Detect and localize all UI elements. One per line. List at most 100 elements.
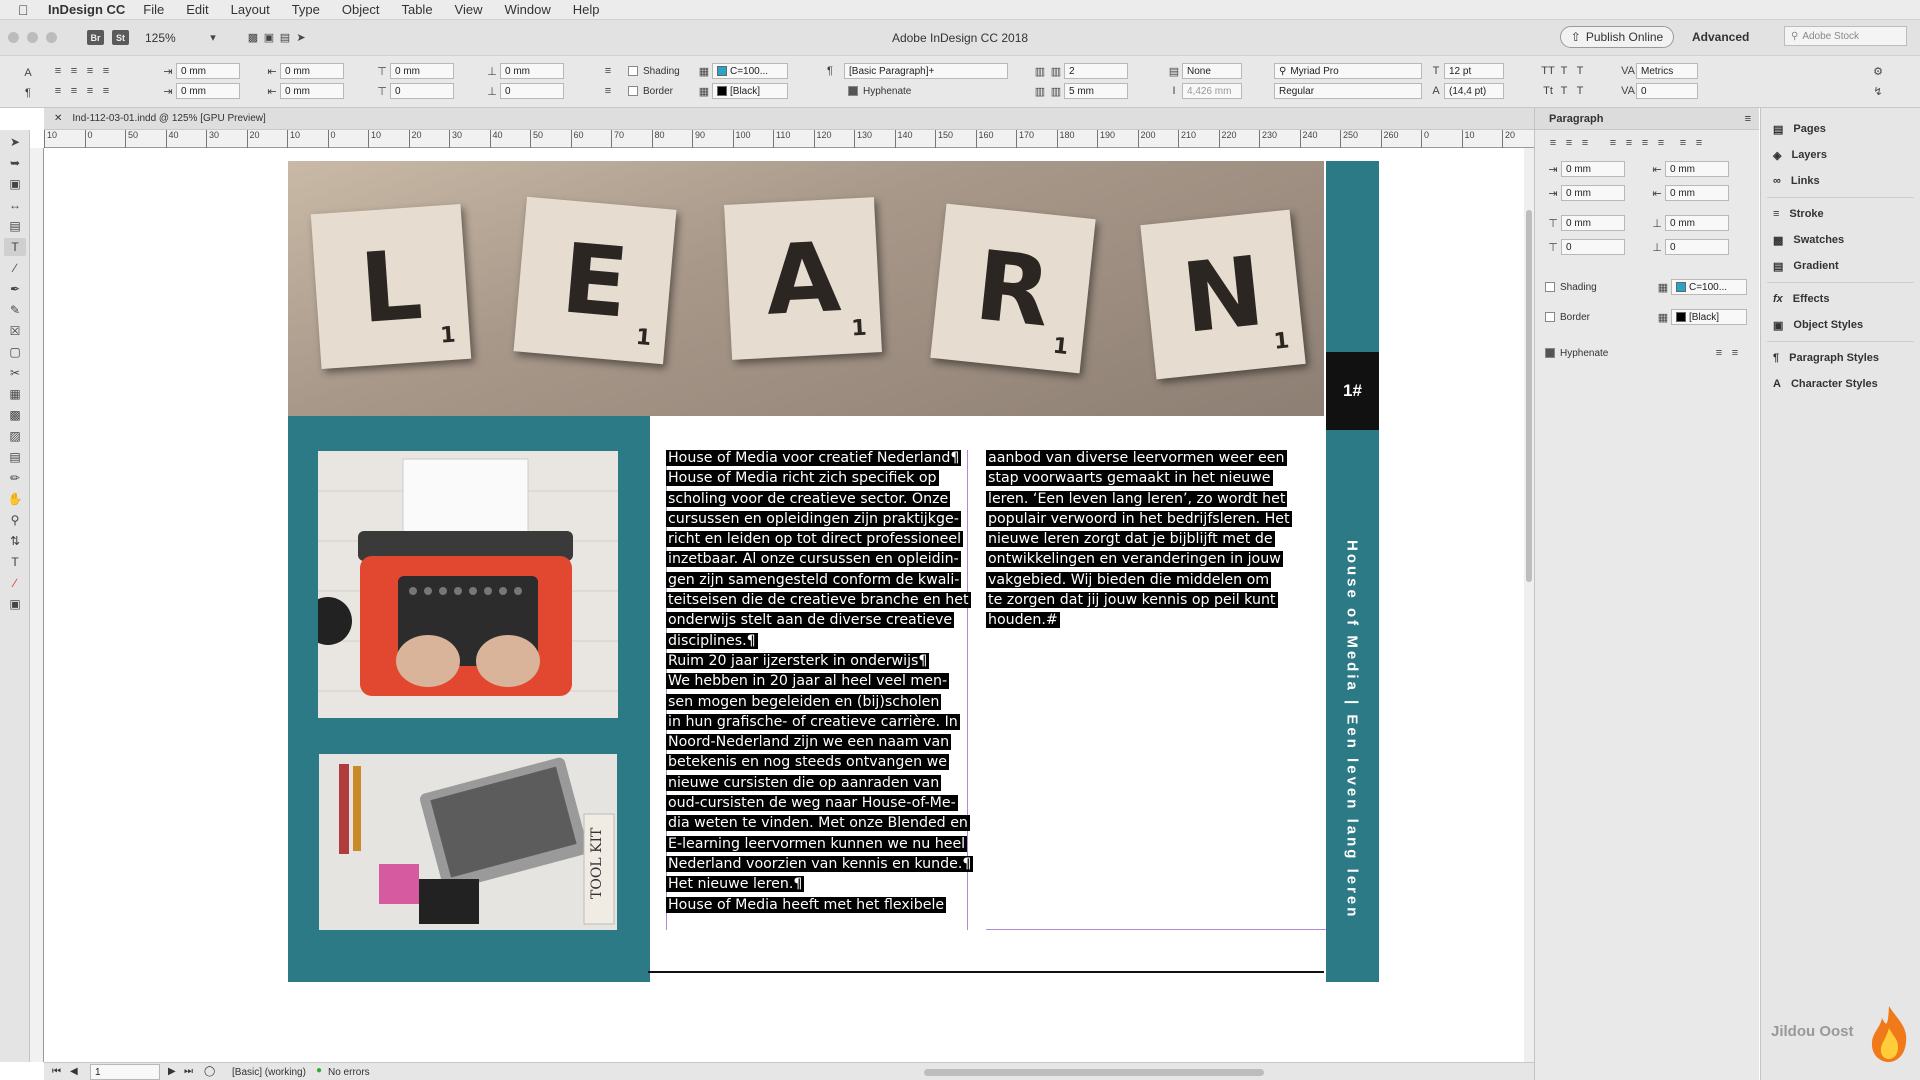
balance-columns-icon[interactable]: ▥: [1032, 83, 1048, 99]
vertical-scrollbar[interactable]: [1524, 148, 1534, 1062]
apple-icon[interactable]: : [18, 2, 42, 18]
panel-left-indent-field[interactable]: 0 mm: [1561, 161, 1625, 177]
panel-border-checkbox[interactable]: [1545, 312, 1555, 322]
border-color-select[interactable]: [Black]: [712, 83, 788, 99]
dock-links[interactable]: ∞ Links: [1761, 168, 1920, 194]
page-number-field[interactable]: 1: [90, 1064, 160, 1080]
border-settings-icon[interactable]: ▦: [1655, 309, 1671, 325]
close-tab-icon[interactable]: ✕: [54, 113, 62, 124]
dropcap-chars-field[interactable]: 0: [500, 83, 564, 99]
align-left-icon[interactable]: ≡: [50, 63, 66, 79]
first-line-indent-field[interactable]: 0 mm: [176, 83, 240, 99]
panel-space-after-field[interactable]: 0 mm: [1665, 215, 1729, 231]
right-indent-field[interactable]: 0 mm: [280, 63, 344, 79]
type-tool-icon[interactable]: T: [4, 238, 26, 256]
panel-shading-color-select[interactable]: C=100...: [1671, 279, 1747, 295]
workspace-switcher[interactable]: Advanced: [1692, 30, 1749, 44]
pencil-tool-icon[interactable]: ✎: [4, 301, 26, 319]
bridge-button[interactable]: Br: [87, 30, 104, 45]
column-2-text[interactable]: aanbod van diverse leervormen weer een st…: [986, 448, 1292, 631]
single-line-composer-icon[interactable]: ≡: [1711, 345, 1727, 361]
shading-checkbox[interactable]: [628, 66, 638, 76]
menu-edit[interactable]: Edit: [186, 2, 208, 17]
dock-pages[interactable]: ▤ Pages: [1761, 116, 1920, 142]
panel-right-indent-field[interactable]: 0 mm: [1665, 161, 1729, 177]
zoom-window-button[interactable]: [46, 32, 57, 43]
menu-file[interactable]: File: [143, 2, 164, 17]
justify-center-icon[interactable]: ≡: [66, 83, 82, 99]
screen-mode-tool-icon[interactable]: ▣: [4, 595, 26, 613]
justify-right-icon[interactable]: ≡: [1637, 135, 1653, 151]
zoom-tool-icon[interactable]: ⚲: [4, 511, 26, 529]
quick-apply-icon[interactable]: ↯: [1870, 83, 1886, 99]
dock-object-styles[interactable]: ▣ Object Styles: [1761, 312, 1920, 338]
menu-window[interactable]: Window: [505, 2, 551, 17]
align-left-icon[interactable]: ≡: [1545, 135, 1561, 151]
horizontal-ruler[interactable]: 10 0 50 40 30 20 10 0 10 20 30 40 50 60 70 80 90 100 110 12…: [44, 130, 1556, 148]
direct-selection-tool-icon[interactable]: ➥: [4, 154, 26, 172]
numbered-list-icon[interactable]: ≡: [600, 83, 616, 99]
panel-shading-checkbox[interactable]: [1545, 282, 1555, 292]
shading-settings-icon[interactable]: ▦: [696, 63, 712, 79]
justify-left-icon[interactable]: ≡: [50, 83, 66, 99]
scissors-tool-icon[interactable]: ✂: [4, 364, 26, 382]
gear-icon[interactable]: ⚙: [1870, 63, 1886, 79]
font-family-select[interactable]: ⚲ Myriad Pro: [1274, 63, 1422, 79]
kerning-select[interactable]: Metrics: [1636, 63, 1698, 79]
character-formatting-icon[interactable]: A: [20, 65, 36, 81]
gap-tool-icon[interactable]: ↔: [4, 196, 26, 214]
align-away-spine-icon[interactable]: ≡: [1691, 135, 1707, 151]
justify-center-icon[interactable]: ≡: [1621, 135, 1637, 151]
stock-search-input[interactable]: ⚲ Adobe Stock: [1784, 26, 1907, 46]
underline-icon[interactable]: T: [1572, 63, 1588, 79]
last-line-indent-field[interactable]: 0 mm: [280, 83, 344, 99]
free-transform-tool-icon[interactable]: ▦: [4, 385, 26, 403]
small-caps-icon[interactable]: Tt: [1540, 83, 1556, 99]
content-collector-icon[interactable]: ▤: [4, 217, 26, 235]
panel-dropcap-lines-field[interactable]: 0: [1561, 239, 1625, 255]
dock-stroke[interactable]: ≡ Stroke: [1761, 201, 1920, 227]
horizontal-scroll-thumb[interactable]: [924, 1069, 1264, 1076]
swap-fill-stroke-icon[interactable]: ⇅: [4, 532, 26, 550]
font-style-select[interactable]: Regular: [1274, 83, 1422, 99]
menu-help[interactable]: Help: [573, 2, 600, 17]
dock-swatches[interactable]: ▩ Swatches: [1761, 227, 1920, 253]
subscript-icon[interactable]: T: [1556, 83, 1572, 99]
page-tool-icon[interactable]: ▣: [4, 175, 26, 193]
span-width-field[interactable]: 4,426 mm: [1182, 83, 1242, 99]
view-options-icon[interactable]: ▩: [245, 30, 261, 46]
zoom-level-select[interactable]: 125%: [145, 31, 205, 45]
justify-all-icon[interactable]: ≡: [1653, 135, 1669, 151]
panel-dropcap-chars-field[interactable]: 0: [1665, 239, 1729, 255]
hand-tool-icon[interactable]: ✋: [4, 490, 26, 508]
previous-page-icon[interactable]: ◀: [70, 1066, 78, 1077]
shading-settings-icon[interactable]: ▦: [1655, 279, 1671, 295]
justify-left-icon[interactable]: ≡: [1605, 135, 1621, 151]
close-window-button[interactable]: [8, 32, 19, 43]
document-canvas[interactable]: L1 E1 A1 R1 N1 TOOL KIT House of Media v…: [44, 148, 1524, 1062]
line-tool-icon[interactable]: ∕: [4, 259, 26, 277]
shading-color-select[interactable]: C=100...: [712, 63, 788, 79]
gradient-tool-icon[interactable]: ▩: [4, 406, 26, 424]
hero-image-learn[interactable]: L1 E1 A1 R1 N1: [288, 161, 1324, 416]
justify-all-icon[interactable]: ≡: [98, 83, 114, 99]
selection-tool-icon[interactable]: ➤: [4, 133, 26, 151]
align-center-icon[interactable]: ≡: [66, 63, 82, 79]
column-1-text[interactable]: House of Media voor creatief Nederland¶ H…: [666, 448, 974, 915]
panel-space-before-field[interactable]: 0 mm: [1561, 215, 1625, 231]
paragraph-panel-title[interactable]: Paragraph: [1549, 113, 1603, 125]
open-page-icon[interactable]: ◯: [204, 1066, 215, 1077]
menu-type[interactable]: Type: [292, 2, 320, 17]
vertical-ruler[interactable]: [30, 148, 44, 1062]
align-center-icon[interactable]: ≡: [1561, 135, 1577, 151]
panel-last-indent-field[interactable]: 0 mm: [1665, 185, 1729, 201]
gradient-feather-tool-icon[interactable]: ▨: [4, 427, 26, 445]
arrange-documents-icon[interactable]: ▤: [277, 30, 293, 46]
vertical-scroll-thumb[interactable]: [1526, 210, 1532, 582]
stock-button[interactable]: St: [112, 30, 129, 45]
menu-layout[interactable]: Layout: [231, 2, 270, 17]
preflight-status[interactable]: No errors: [328, 1067, 370, 1078]
paragraph-composer-icon[interactable]: ≡: [1727, 345, 1743, 361]
align-right-icon[interactable]: ≡: [82, 63, 98, 79]
dock-effects[interactable]: fx Effects: [1761, 286, 1920, 312]
